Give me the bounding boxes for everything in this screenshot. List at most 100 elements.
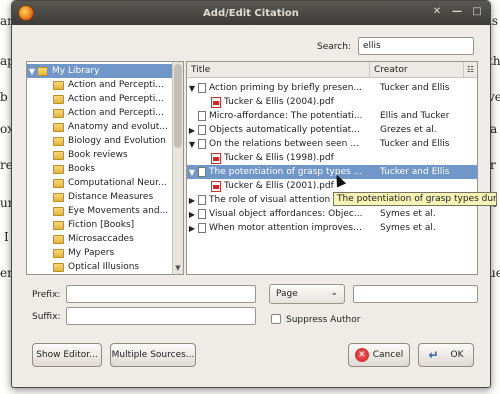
- library-item-label: Action and Percepti...: [68, 108, 164, 118]
- folder-icon: [53, 262, 64, 272]
- multiple-sources-label: Multiple Sources...: [111, 350, 195, 360]
- folder-icon: [53, 94, 64, 104]
- library-item-label: Action and Percepti...: [68, 80, 164, 90]
- library-item-label: Computational Neur...: [68, 178, 167, 188]
- folder-icon: [53, 80, 64, 90]
- library-item-label: Distance Measures: [68, 192, 154, 202]
- library-item-label: Action and Percepti...: [68, 94, 164, 104]
- folder-icon: [53, 122, 64, 132]
- background-text: I: [4, 230, 9, 244]
- expand-triangle-icon[interactable]: ▶: [187, 196, 197, 205]
- library-collection-item[interactable]: Optical Illusions: [27, 260, 173, 274]
- prefix-input[interactable]: [66, 285, 256, 303]
- item-creator: Symes et al.: [380, 209, 436, 219]
- item-row[interactable]: ▼ Action priming by briefly presen... Tu…: [187, 81, 477, 95]
- cancel-button[interactable]: ✕ Cancel: [348, 343, 410, 367]
- document-icon: [198, 209, 206, 219]
- library-item-label: My Library: [52, 66, 100, 76]
- items-list[interactable]: Title Creator ☷ ▼ Action priming by brie…: [186, 61, 478, 275]
- library-item-my-library[interactable]: ▼ My Library: [27, 64, 173, 78]
- ok-button[interactable]: ↵ OK: [418, 343, 474, 367]
- title-tooltip: The potentiation of grasp types during: [333, 192, 497, 206]
- search-input[interactable]: ellis: [358, 37, 474, 55]
- document-icon: [198, 125, 206, 135]
- library-tree[interactable]: ▼ My Library Action and Percepti... Acti…: [26, 61, 184, 275]
- attachment-title: Tucker & Ellis (1998).pdf: [224, 153, 334, 163]
- library-item-label: Optical Illusions: [68, 262, 140, 272]
- library-collection-item[interactable]: Microsaccades: [27, 232, 173, 246]
- library-collection-item[interactable]: Biology and Evolution: [27, 134, 173, 148]
- title-bar[interactable]: Add/Edit Citation ✕ — □: [12, 1, 490, 25]
- item-title: Objects automatically potentiate...: [209, 125, 364, 135]
- attachment-row[interactable]: Tucker & Ellis (2001).pdf: [187, 179, 477, 193]
- library-collection-item[interactable]: Computational Neur...: [27, 176, 173, 190]
- expand-triangle-icon[interactable]: ▶: [187, 126, 197, 135]
- library-collection-item[interactable]: Distance Measures: [27, 190, 173, 204]
- library-collection-item[interactable]: Anatomy and evolut...: [27, 120, 173, 134]
- ok-label: OK: [450, 350, 464, 360]
- multiple-sources-button[interactable]: Multiple Sources...: [110, 343, 196, 367]
- attachment-title: Tucker & Ellis (2004).pdf: [224, 97, 334, 107]
- item-row[interactable]: ▶ When motor attention improves ... Syme…: [187, 221, 477, 235]
- suppress-author-checkbox[interactable]: [271, 314, 281, 324]
- attachment-title: Tucker & Ellis (2001).pdf: [224, 181, 334, 191]
- library-item-label: Books: [68, 164, 96, 174]
- cancel-icon: ✕: [354, 348, 369, 362]
- background-text: a: [490, 122, 498, 136]
- folder-icon: [53, 192, 64, 202]
- cancel-label: Cancel: [372, 350, 404, 360]
- library-item-label: Anatomy and evolut...: [68, 122, 168, 132]
- suffix-input[interactable]: [66, 307, 256, 325]
- pdf-icon: [211, 180, 221, 192]
- item-row[interactable]: ▼ On the relations between seen o... Tuc…: [187, 137, 477, 151]
- item-creator: Tucker and Ellis: [380, 139, 450, 149]
- attachment-row[interactable]: Tucker & Ellis (2004).pdf: [187, 95, 477, 109]
- library-collection-item[interactable]: Action and Percepti...: [27, 106, 173, 120]
- scroll-down-arrow-icon[interactable]: ▼: [173, 264, 183, 272]
- document-icon: [198, 139, 206, 149]
- library-collection-item[interactable]: Book reviews: [27, 148, 173, 162]
- prefix-label: Prefix:: [32, 290, 61, 300]
- attachment-row[interactable]: Tucker & Ellis (1998).pdf: [187, 151, 477, 165]
- item-creator: Ellis and Tucker: [380, 111, 450, 121]
- folder-icon: [53, 206, 64, 216]
- minimize-window-icon[interactable]: —: [450, 5, 464, 19]
- expand-triangle-icon[interactable]: ▼: [187, 140, 197, 149]
- library-collection-item[interactable]: Fiction [Books]: [27, 218, 173, 232]
- collapse-triangle-icon[interactable]: ▼: [27, 67, 37, 76]
- library-item-label: Microsaccades: [68, 234, 134, 244]
- expand-triangle-icon[interactable]: ▼: [187, 84, 197, 93]
- item-row[interactable]: Micro-affordance: The potentiati... Elli…: [187, 109, 477, 123]
- item-title: Visual object affordances: Objec...: [209, 209, 363, 219]
- folder-icon: [53, 108, 64, 118]
- search-label: Search:: [317, 42, 351, 52]
- expand-triangle-icon[interactable]: ▶: [187, 224, 197, 233]
- library-collection-item[interactable]: My Papers: [27, 246, 173, 260]
- expand-triangle-icon[interactable]: ▼: [187, 168, 197, 177]
- scrollbar-thumb[interactable]: [174, 64, 182, 148]
- item-row[interactable]: ▶ Visual object affordances: Objec... Sy…: [187, 207, 477, 221]
- library-collection-item[interactable]: Books: [27, 162, 173, 176]
- locator-input[interactable]: [353, 285, 478, 303]
- document-icon: [198, 111, 206, 121]
- maximize-window-icon[interactable]: □: [470, 5, 484, 19]
- item-row[interactable]: ▶ Objects automatically potentiate... Gr…: [187, 123, 477, 137]
- folder-icon: [37, 66, 48, 76]
- locator-dropdown[interactable]: Page ⌄: [269, 284, 345, 304]
- column-header-creator[interactable]: Creator: [369, 62, 463, 78]
- close-window-icon[interactable]: ✕: [430, 5, 444, 19]
- column-header-title[interactable]: Title: [187, 62, 369, 78]
- column-picker-icon[interactable]: ☷: [463, 62, 477, 78]
- folder-icon: [53, 164, 64, 174]
- document-icon: [198, 83, 206, 93]
- library-item-label: Biology and Evolution: [68, 136, 166, 146]
- library-collection-item[interactable]: Eye Movements and...: [27, 204, 173, 218]
- show-editor-button[interactable]: Show Editor...: [32, 343, 102, 367]
- library-collection-item[interactable]: Action and Percepti...: [27, 78, 173, 92]
- expand-triangle-icon[interactable]: ▶: [187, 210, 197, 219]
- suppress-author-label[interactable]: Suppress Author: [286, 315, 360, 325]
- item-creator: Tucker and Ellis: [380, 167, 450, 177]
- library-scrollbar[interactable]: ▼: [172, 62, 183, 274]
- library-collection-item[interactable]: Action and Percepti...: [27, 92, 173, 106]
- library-item-label: Book reviews: [68, 150, 128, 160]
